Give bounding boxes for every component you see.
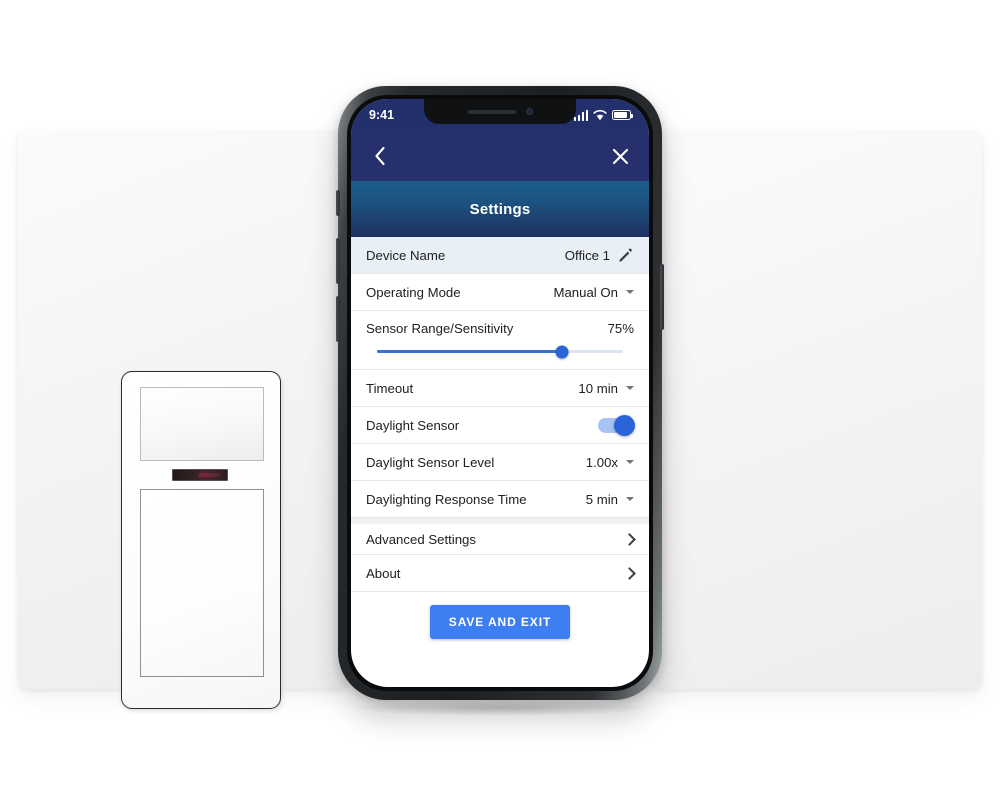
occupancy-sensor-switch-left[interactable] — [121, 371, 281, 709]
device-name-value: Office 1 — [564, 247, 610, 263]
toggle-knob — [614, 414, 635, 436]
back-button[interactable] — [367, 143, 393, 169]
volume-up-button[interactable] — [336, 238, 340, 284]
daylight-sensor-level-value-group[interactable]: 1.00x — [586, 455, 634, 470]
status-bar-time: 9:41 — [369, 108, 395, 122]
device-name-value-group: Office 1 — [565, 247, 634, 264]
chevron-down-icon — [626, 460, 634, 464]
wall-plate-left — [18, 131, 348, 709]
daylight-sensor-toggle[interactable] — [598, 414, 635, 436]
setting-row-advanced-settings[interactable]: Advanced Settings — [351, 518, 649, 555]
battery-icon — [612, 110, 634, 120]
daylight-sensor-level-value: 1.00x — [585, 454, 618, 470]
status-bar: 9:41 — [351, 99, 649, 131]
close-button[interactable] — [607, 143, 633, 169]
settings-list: Device Name Office 1 Operating Mode Manu… — [351, 237, 649, 639]
chevron-down-icon — [626, 497, 634, 501]
wifi-icon — [593, 109, 607, 120]
operating-mode-value-group[interactable]: Manual On — [553, 285, 634, 300]
operating-mode-label: Operating Mode — [366, 284, 461, 300]
smartphone-mockup: 9:41 Settings Device Name Office 1 Opera… — [336, 86, 664, 700]
pencil-icon[interactable] — [617, 247, 634, 264]
daylighting-response-time-label: Daylighting Response Time — [366, 491, 527, 507]
scene: 9:41 Settings Device Name Office 1 Opera… — [0, 0, 1000, 800]
setting-row-daylight-sensor-level[interactable]: Daylight Sensor Level 1.00x — [351, 444, 649, 481]
phone-drop-shadow — [352, 700, 648, 716]
operating-mode-value: Manual On — [553, 284, 618, 300]
sensor-range-label: Sensor Range/Sensitivity — [366, 321, 514, 336]
chevron-right-icon — [623, 566, 636, 580]
setting-row-daylight-sensor[interactable]: Daylight Sensor — [351, 407, 649, 444]
daylight-sensor-toggle-group[interactable] — [598, 414, 635, 436]
mute-switch-button[interactable] — [336, 190, 340, 216]
daylight-sensor-label: Daylight Sensor — [366, 417, 460, 433]
led-indicator-icon — [172, 469, 228, 481]
advanced-settings-label: Advanced Settings — [366, 531, 476, 547]
daylight-sensor-level-label: Daylight Sensor Level — [366, 454, 495, 470]
save-and-exit-button[interactable]: SAVE AND EXIT — [429, 605, 571, 639]
chevron-left-icon — [375, 146, 385, 166]
timeout-value-group[interactable]: 10 min — [578, 381, 634, 396]
daylighting-response-time-value-group[interactable]: 5 min — [586, 492, 634, 507]
phone-notch — [424, 99, 576, 124]
page-title: Settings — [469, 200, 531, 218]
timeout-label: Timeout — [366, 380, 414, 396]
phone-bezel: 9:41 Settings Device Name Office 1 Opera… — [347, 95, 653, 691]
chevron-down-icon — [626, 386, 634, 390]
paddle-switch-left[interactable] — [140, 489, 264, 677]
status-bar-icons — [573, 109, 634, 121]
daylighting-response-time-value: 5 min — [585, 491, 618, 507]
sensor-range-header: Sensor Range/Sensitivity 75% — [351, 311, 649, 340]
setting-row-device-name[interactable]: Device Name Office 1 — [351, 237, 649, 274]
sensor-range-slider[interactable] — [351, 340, 649, 369]
front-camera-icon — [525, 108, 533, 115]
device-name-label: Device Name — [366, 247, 446, 263]
sensor-range-value: 75% — [607, 321, 634, 336]
slider-fill — [377, 350, 562, 353]
setting-row-about[interactable]: About — [351, 555, 649, 592]
app-bar — [351, 131, 649, 181]
slider-track[interactable] — [377, 345, 623, 358]
chevron-right-icon — [623, 532, 636, 546]
setting-row-timeout[interactable]: Timeout 10 min — [351, 370, 649, 407]
close-icon — [612, 148, 628, 164]
about-label: About — [366, 565, 401, 581]
page-title-band: Settings — [351, 181, 649, 237]
timeout-value: 10 min — [578, 380, 618, 396]
slider-thumb[interactable] — [555, 345, 568, 358]
power-button[interactable] — [660, 264, 664, 330]
earpiece-speaker-icon — [467, 109, 516, 114]
save-button-container: SAVE AND EXIT — [351, 592, 649, 639]
chevron-down-icon — [626, 290, 634, 294]
sensor-lens-icon — [140, 387, 264, 461]
wall-plate-right — [652, 131, 982, 689]
setting-row-daylighting-response-time[interactable]: Daylighting Response Time 5 min — [351, 481, 649, 518]
volume-down-button[interactable] — [336, 296, 340, 342]
setting-row-operating-mode[interactable]: Operating Mode Manual On — [351, 274, 649, 311]
setting-row-sensor-range[interactable]: Sensor Range/Sensitivity 75% — [351, 311, 649, 370]
phone-screen: 9:41 Settings Device Name Office 1 Opera… — [351, 99, 649, 687]
